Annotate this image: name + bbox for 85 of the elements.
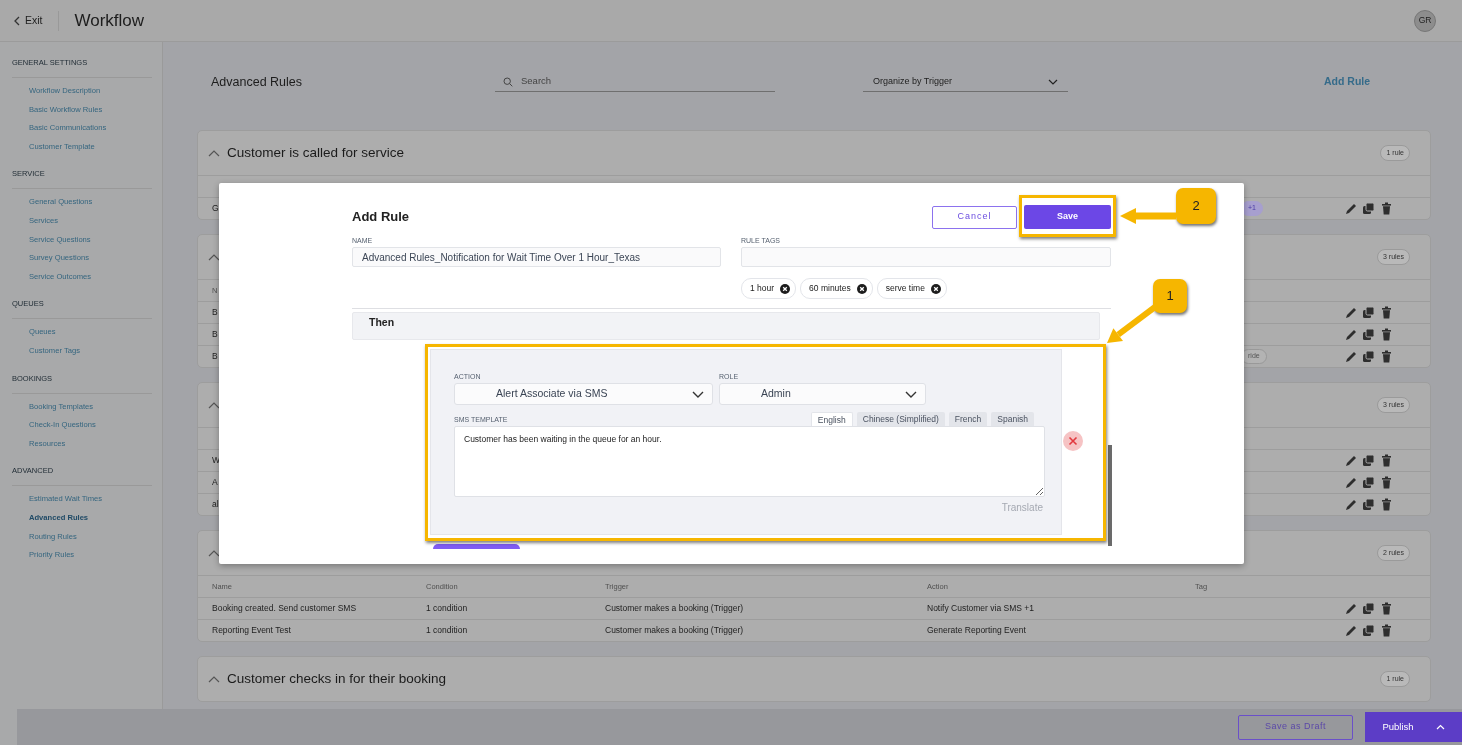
- table-cell-text: al: [212, 498, 220, 511]
- translate-link[interactable]: Translate: [454, 500, 1045, 515]
- callout-badge: 2: [1176, 188, 1216, 224]
- tag-chip: 60 minutes: [800, 278, 873, 299]
- edit-icon[interactable]: [1344, 306, 1357, 319]
- tag-chip: 1 hour: [741, 278, 797, 299]
- remove-icon[interactable]: [780, 283, 791, 294]
- table-cell-text: 1 condition: [426, 624, 469, 637]
- delete-icon[interactable]: [1380, 306, 1393, 319]
- language-tab[interactable]: English: [810, 412, 853, 426]
- exit-link[interactable]: Exit: [13, 10, 59, 31]
- language-tab[interactable]: Spanish: [991, 412, 1034, 426]
- name-input[interactable]: Advanced Rules_Notification for Wait Time Over 1 Hour_Texas: [352, 247, 721, 267]
- remove-icon[interactable]: [930, 283, 941, 294]
- search-icon: [503, 76, 513, 87]
- table-cell-text: Customer makes a booking (Trigger): [605, 602, 745, 615]
- copy-icon[interactable]: [1362, 454, 1375, 467]
- partial-button[interactable]: [433, 544, 520, 549]
- user-avatar[interactable]: GR: [1414, 9, 1436, 32]
- table-cell-text: Reporting Event Test: [212, 624, 292, 637]
- edit-icon[interactable]: [1344, 602, 1357, 615]
- chevron-down-icon: [692, 390, 704, 398]
- delete-icon[interactable]: [1380, 476, 1393, 489]
- back-icon: [13, 15, 20, 26]
- table-cell-text: B: [212, 328, 219, 341]
- section-title: Advanced Rules: [211, 73, 304, 91]
- table-cell-text: Generate Reporting Event: [927, 624, 1027, 637]
- edit-icon[interactable]: [1344, 328, 1357, 341]
- edit-icon[interactable]: [1344, 498, 1357, 511]
- copy-icon[interactable]: [1362, 202, 1375, 215]
- delete-icon[interactable]: [1380, 328, 1393, 341]
- copy-icon[interactable]: [1362, 602, 1375, 615]
- delete-icon[interactable]: [1380, 498, 1393, 511]
- cancel-button[interactable]: Cancel: [932, 205, 1017, 229]
- page-title: Workflow: [74, 9, 145, 32]
- dialog-title: Add Rule: [352, 208, 410, 227]
- scrollbar-thumb[interactable]: [1108, 445, 1112, 546]
- chevron-up-icon: [1435, 724, 1445, 730]
- edit-icon[interactable]: [1344, 624, 1357, 637]
- chevron-down-icon: [1048, 78, 1058, 85]
- table-cell-text: 1 condition: [426, 602, 469, 615]
- action-select[interactable]: Alert Associate via SMS: [454, 383, 713, 405]
- delete-icon[interactable]: [1380, 602, 1393, 615]
- delete-icon[interactable]: [1380, 350, 1393, 363]
- collapse-icon[interactable]: [208, 675, 220, 683]
- section-heading: Then: [352, 312, 1100, 340]
- remove-icon[interactable]: [856, 283, 867, 294]
- group-title: Customer is called for service: [227, 143, 405, 162]
- role-select[interactable]: Admin: [719, 383, 926, 405]
- save-draft-button[interactable]: Save as Draft: [1238, 714, 1353, 740]
- group-title: Customer checks in for their booking: [227, 669, 447, 688]
- table-cell-text: Notify Customer via SMS +1: [927, 602, 1035, 615]
- chevron-down-icon: [905, 390, 917, 398]
- table-cell-text: Booking created. Send customer SMS: [212, 602, 358, 615]
- collapse-icon[interactable]: [208, 149, 220, 157]
- edit-icon[interactable]: [1344, 350, 1357, 363]
- table-cell-text: Customer makes a booking (Trigger): [605, 624, 745, 637]
- tag-chip: serve time: [876, 278, 947, 299]
- delete-icon[interactable]: [1380, 624, 1393, 637]
- table-cell-text: B: [212, 350, 219, 363]
- organize-select[interactable]: Organize by Trigger: [863, 72, 1068, 92]
- delete-icon[interactable]: [1380, 202, 1393, 215]
- edit-icon[interactable]: [1344, 202, 1357, 215]
- language-tab[interactable]: French: [948, 412, 988, 426]
- delete-icon[interactable]: [1380, 454, 1393, 467]
- add-rule-link[interactable]: Add Rule: [1324, 74, 1371, 90]
- callout-arrow: [1118, 206, 1178, 226]
- callout-badge: 1: [1153, 279, 1187, 313]
- edit-icon[interactable]: [1344, 454, 1357, 467]
- language-tab[interactable]: Chinese (Simplified): [856, 412, 945, 426]
- table-cell-text: B: [212, 306, 219, 319]
- copy-icon[interactable]: [1362, 350, 1375, 363]
- copy-icon[interactable]: [1362, 328, 1375, 341]
- publish-button[interactable]: Publish: [1365, 712, 1462, 742]
- tags-input[interactable]: [741, 247, 1111, 267]
- copy-icon[interactable]: [1362, 624, 1375, 637]
- copy-icon[interactable]: [1362, 306, 1375, 319]
- edit-icon[interactable]: [1344, 476, 1357, 489]
- save-button[interactable]: Save: [1024, 205, 1111, 229]
- copy-icon[interactable]: [1362, 498, 1375, 511]
- sms-template-field[interactable]: Customer has been waiting in the queue for an hour.: [454, 426, 1045, 497]
- table-cell-text: A: [212, 476, 219, 489]
- table-cell-text: G: [212, 202, 220, 215]
- search-field[interactable]: Search: [519, 73, 759, 90]
- copy-icon[interactable]: [1362, 476, 1375, 489]
